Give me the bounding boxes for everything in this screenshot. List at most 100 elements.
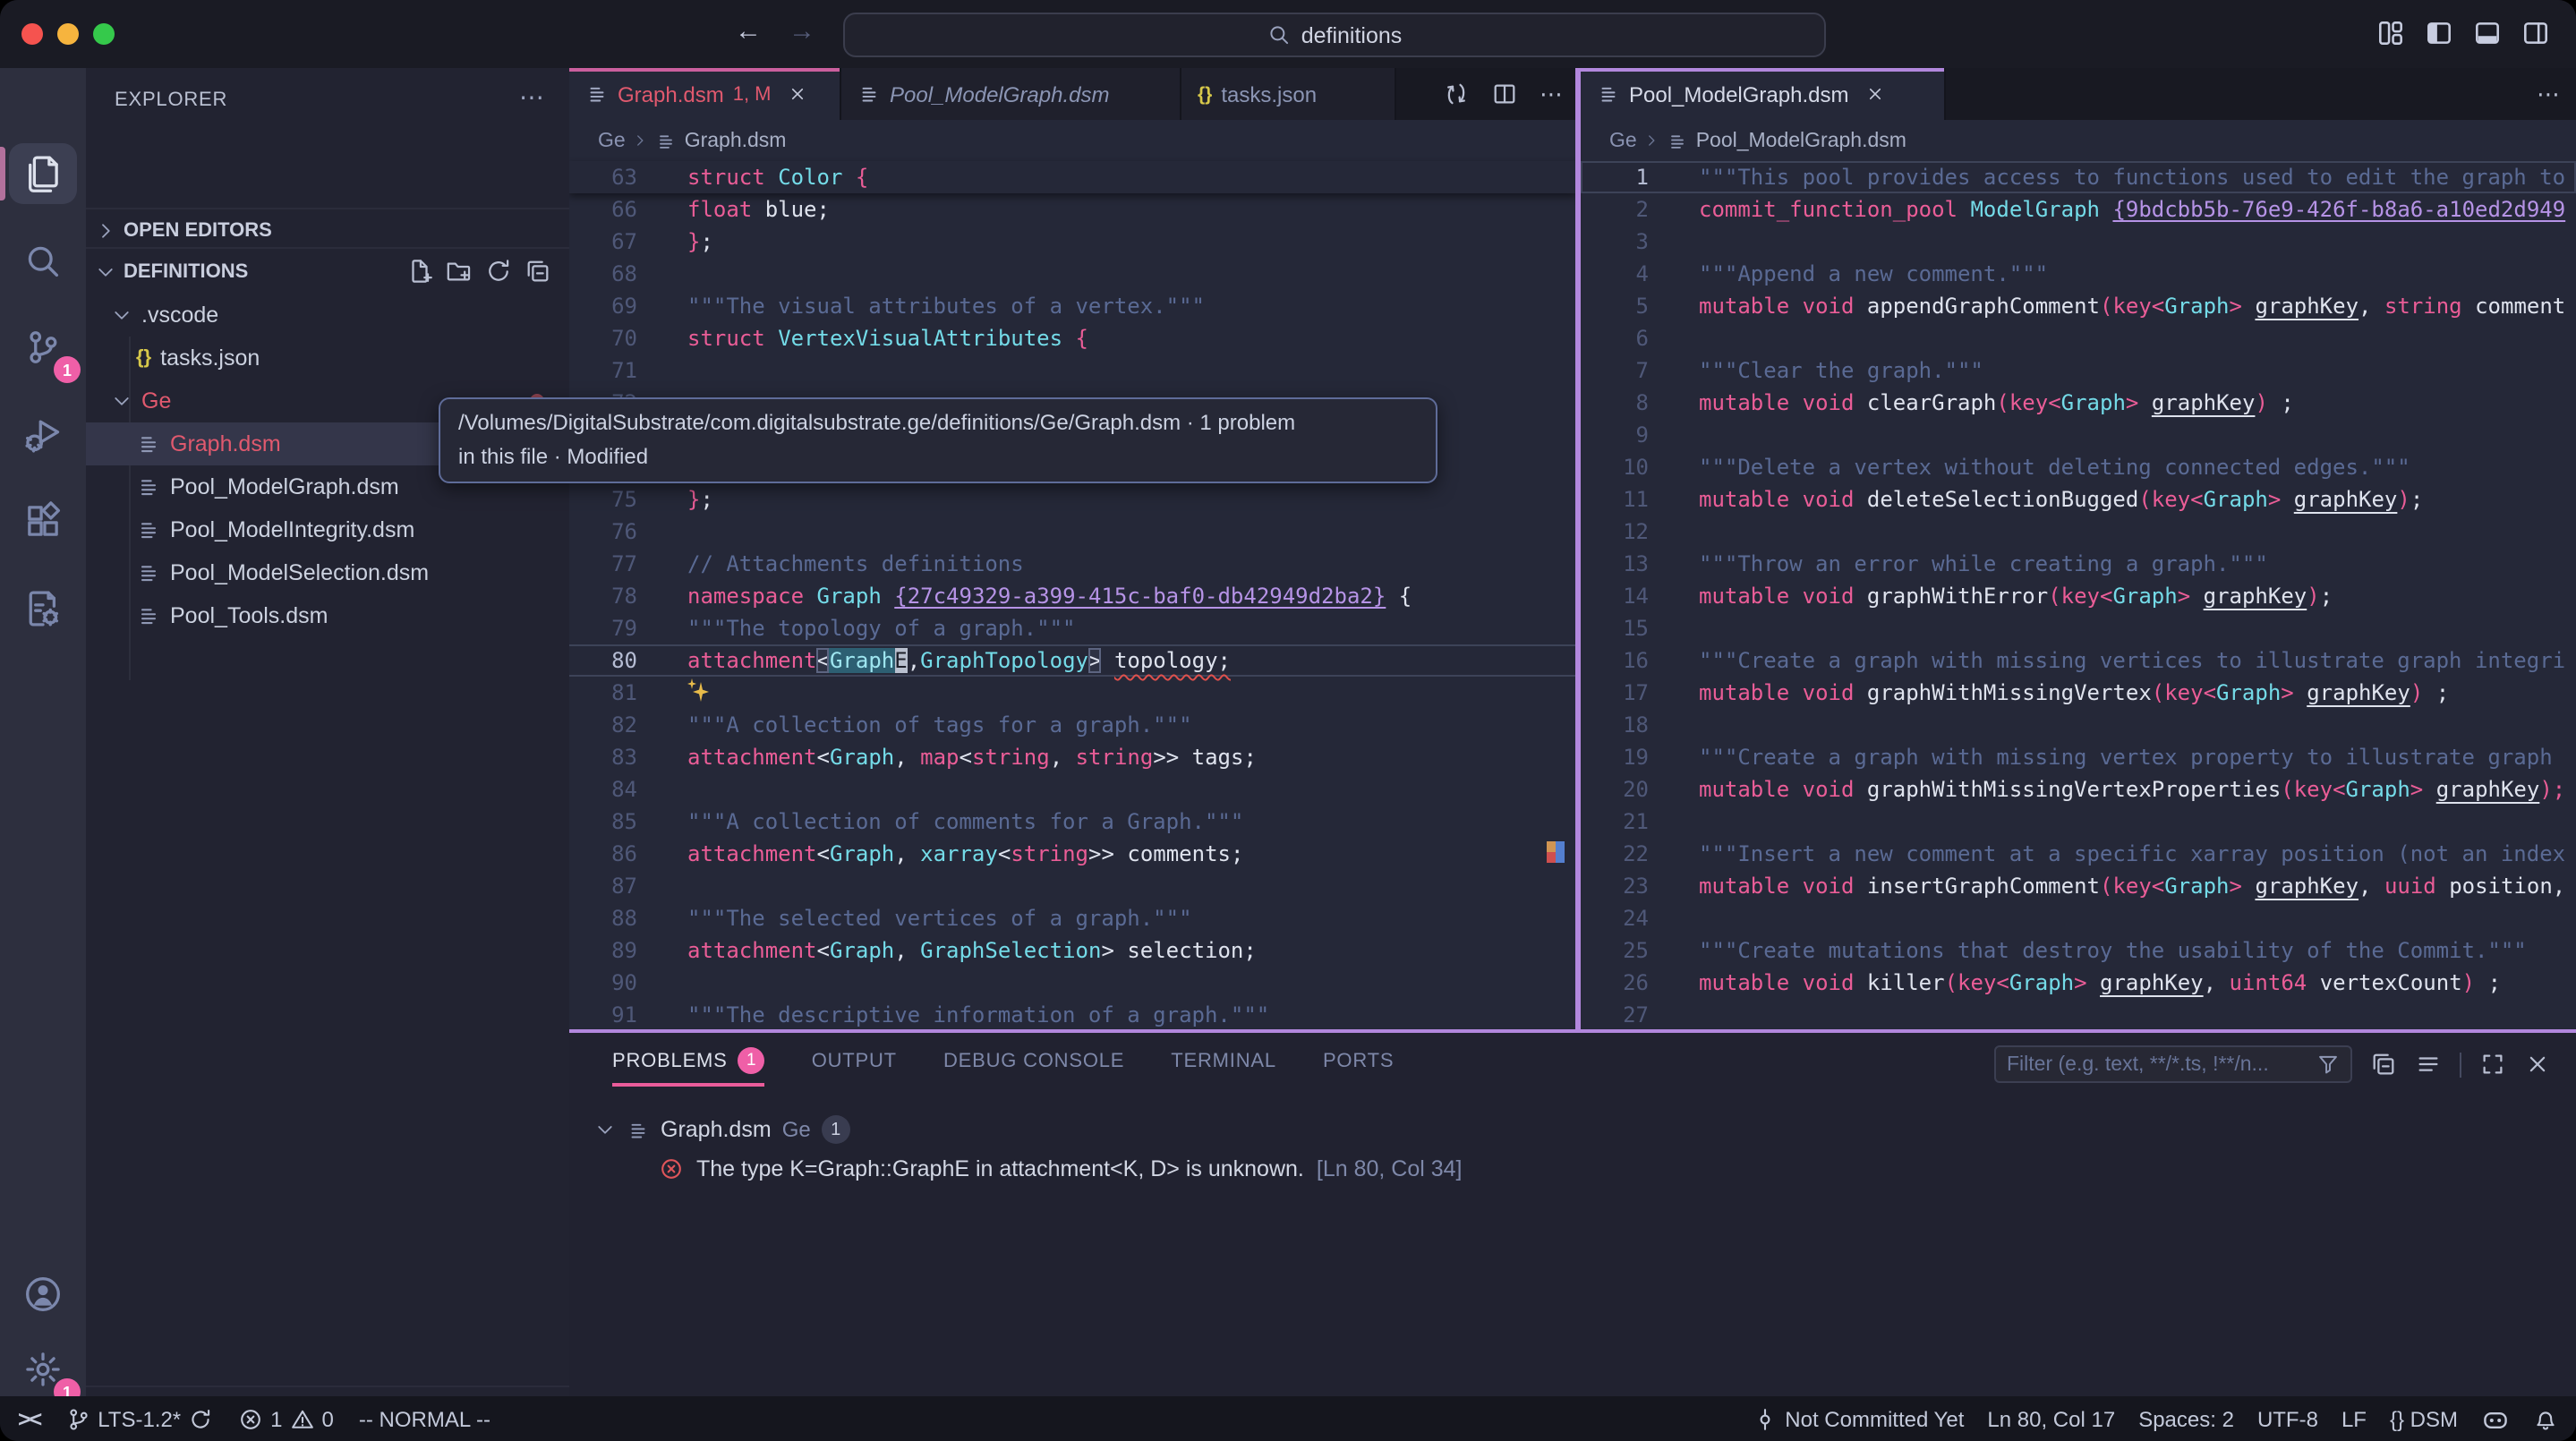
activitybar-item-run-and-debug[interactable] [9,404,77,465]
open-editors-section[interactable]: OPEN EDITORS [86,208,569,251]
code-line-70[interactable]: 70struct VertexVisualAttributes { [569,322,1575,354]
code-line-89[interactable]: 89attachment<Graph, GraphSelection> sele… [569,934,1575,967]
code-line-79[interactable]: 79"""The topology of a graph.""" [569,612,1575,644]
commit-status[interactable]: Not Committed Yet [1753,1406,1964,1431]
code-line-68[interactable]: 68 [569,258,1575,290]
code-line-17[interactable]: 17mutable void graphWithMissingVertex(ke… [1581,677,2576,709]
breadcrumb-item[interactable]: Graph.dsm [685,130,787,151]
code-line-67[interactable]: 67}; [569,226,1575,258]
filter-input[interactable] [2007,1053,2306,1075]
code-line-10[interactable]: 10"""Delete a vertex without deleting co… [1581,451,2576,483]
code-line-25[interactable]: 25"""Create mutations that destroy the u… [1581,934,2576,967]
view-as-table-icon[interactable] [2415,1051,2442,1078]
code-line-3[interactable]: 3 [1581,226,2576,258]
copilot-status[interactable] [2481,1404,2510,1433]
code-line-86[interactable]: 86attachment<Graph, xarray<string>> comm… [569,838,1575,870]
panel-tab-debug-console[interactable]: DEBUG CONSOLE [943,1047,1124,1087]
code-line-78[interactable]: 78namespace Graph {27c49329-a399-415c-ba… [569,580,1575,612]
breadcrumb-item[interactable]: Ge [598,130,626,151]
code-line-12[interactable]: 12 [1581,516,2576,548]
code-line-77[interactable]: 77// Attachments definitions [569,548,1575,580]
code-line-80[interactable]: 80attachment<GraphE,GraphTopology> topol… [569,644,1575,677]
vim-mode-indicator[interactable]: -- NORMAL -- [359,1406,490,1431]
breadcrumb-item[interactable]: Pool_ModelGraph.dsm [1696,130,1906,151]
more-actions-icon[interactable]: ⋯ [1540,80,1565,108]
activitybar-item-source-control[interactable]: 1 [9,317,77,378]
code-line-16[interactable]: 16"""Create a graph with missing vertice… [1581,644,2576,677]
editor-group-divider[interactable] [1575,68,1580,1033]
code-line-2[interactable]: 2commit_function_pool ModelGraph {9bdcbb… [1581,193,2576,226]
code-line-6[interactable]: 6 [1581,322,2576,354]
code-line-27[interactable]: 27 [1581,999,2576,1031]
collapse-all-icon[interactable] [525,258,551,285]
new-file-icon[interactable] [406,258,433,285]
sticky-scroll-line[interactable]: 63struct Color { [569,161,1575,193]
problems-filter[interactable] [1994,1045,2352,1083]
code-line-7[interactable]: 7"""Clear the graph.""" [1581,354,2576,387]
panel-tab-problems[interactable]: PROBLEMS1 [612,1047,765,1087]
code-line-71[interactable]: 71 [569,354,1575,387]
code-line-22[interactable]: 22"""Insert a new comment at a specific … [1581,838,2576,870]
panel-tab-ports[interactable]: PORTS [1323,1047,1394,1087]
toggle-secondary-sidebar-icon[interactable] [2521,18,2551,48]
tab-graph-dsm[interactable]: Graph.dsm1, M [569,68,841,120]
tab-pool-modelgraph-dsm[interactable]: Pool_ModelGraph.dsm [1581,68,1946,120]
code-line-8[interactable]: 8mutable void clearGraph(key<Graph> grap… [1581,387,2576,419]
zoom-window-button[interactable] [93,23,115,45]
sidebar-more-actions[interactable]: ⋯ [519,82,544,113]
close-tab-icon[interactable] [788,84,807,104]
copilot-sparkle-icon[interactable] [687,678,712,703]
code-line-18[interactable]: 18 [1581,709,2576,741]
problems-error-row[interactable]: The type K=Graph::GraphE in attachment<K… [569,1149,2576,1189]
more-actions-icon[interactable]: ⋯ [2537,80,2562,108]
encoding-setting[interactable]: UTF-8 [2257,1406,2318,1431]
code-editor-pool-modelgraph-dsm[interactable]: 1"""This pool provides access to functio… [1581,161,2576,1033]
outline-section[interactable]: OUTLINE [86,1386,569,1396]
tree-item--vscode[interactable]: .vscode [86,294,569,337]
command-center-search[interactable]: definitions [843,13,1826,57]
code-line-14[interactable]: 14mutable void graphWithError(key<Graph>… [1581,580,2576,612]
code-line-20[interactable]: 20mutable void graphWithMissingVertexPro… [1581,773,2576,806]
minimize-window-button[interactable] [57,23,79,45]
code-line-82[interactable]: 82"""A collection of tags for a graph.""… [569,709,1575,741]
code-line-4[interactable]: 4"""Append a new comment.""" [1581,258,2576,290]
code-line-26[interactable]: 26mutable void killer(key<Graph> graphKe… [1581,967,2576,999]
code-line-5[interactable]: 5mutable void appendGraphComment(key<Gra… [1581,290,2576,322]
navigate-back-button[interactable]: ← [730,16,766,47]
navigate-forward-button[interactable]: → [784,16,820,47]
git-branch-status[interactable]: LTS-1.2* [65,1406,213,1431]
code-line-66[interactable]: 66float blue; [569,193,1575,226]
close-panel-icon[interactable] [2524,1051,2551,1078]
code-line-84[interactable]: 84 [569,773,1575,806]
close-window-button[interactable] [21,23,43,45]
code-line-75[interactable]: 75}; [569,483,1575,516]
breadcrumb-2[interactable]: Ge Pool_ModelGraph.dsm [1581,120,2576,161]
split-editor-icon[interactable] [1491,81,1518,107]
indentation-setting[interactable]: Spaces: 2 [2138,1406,2234,1431]
code-line-23[interactable]: 23mutable void insertGraphComment(key<Gr… [1581,870,2576,902]
code-line-19[interactable]: 19"""Create a graph with missing vertex … [1581,741,2576,773]
code-line-85[interactable]: 85"""A collection of comments for a Grap… [569,806,1575,838]
code-line-88[interactable]: 88"""The selected vertices of a graph.""… [569,902,1575,934]
problems-file-row[interactable]: Graph.dsm Ge 1 [569,1110,2576,1149]
toggle-panel-icon[interactable] [2472,18,2503,48]
panel-tab-terminal[interactable]: TERMINAL [1171,1047,1276,1087]
notifications[interactable] [2533,1406,2558,1431]
customize-layout-icon[interactable] [2376,18,2406,48]
code-line-83[interactable]: 83attachment<Graph, map<string, string>>… [569,741,1575,773]
breadcrumb[interactable]: Ge Graph.dsm [569,120,1575,161]
activitybar-item-search[interactable] [9,230,77,291]
refresh-icon[interactable] [485,258,512,285]
code-line-69[interactable]: 69"""The visual attributes of a vertex."… [569,290,1575,322]
tree-item-pool-modelselection-dsm[interactable]: Pool_ModelSelection.dsm [86,551,569,594]
maximize-panel-icon[interactable] [2479,1051,2506,1078]
code-line-1[interactable]: 1"""This pool provides access to functio… [1581,161,2576,193]
code-line-9[interactable]: 9 [1581,419,2576,451]
tree-item-tasks-json[interactable]: {}tasks.json [86,337,569,379]
activitybar-item-explorer[interactable] [9,143,77,204]
code-line-87[interactable]: 87 [569,870,1575,902]
cursor-position[interactable]: Ln 80, Col 17 [1987,1406,2115,1431]
activitybar-item-extensions[interactable] [9,490,77,551]
new-folder-icon[interactable] [446,258,473,285]
breadcrumb-item[interactable]: Ge [1609,130,1637,151]
